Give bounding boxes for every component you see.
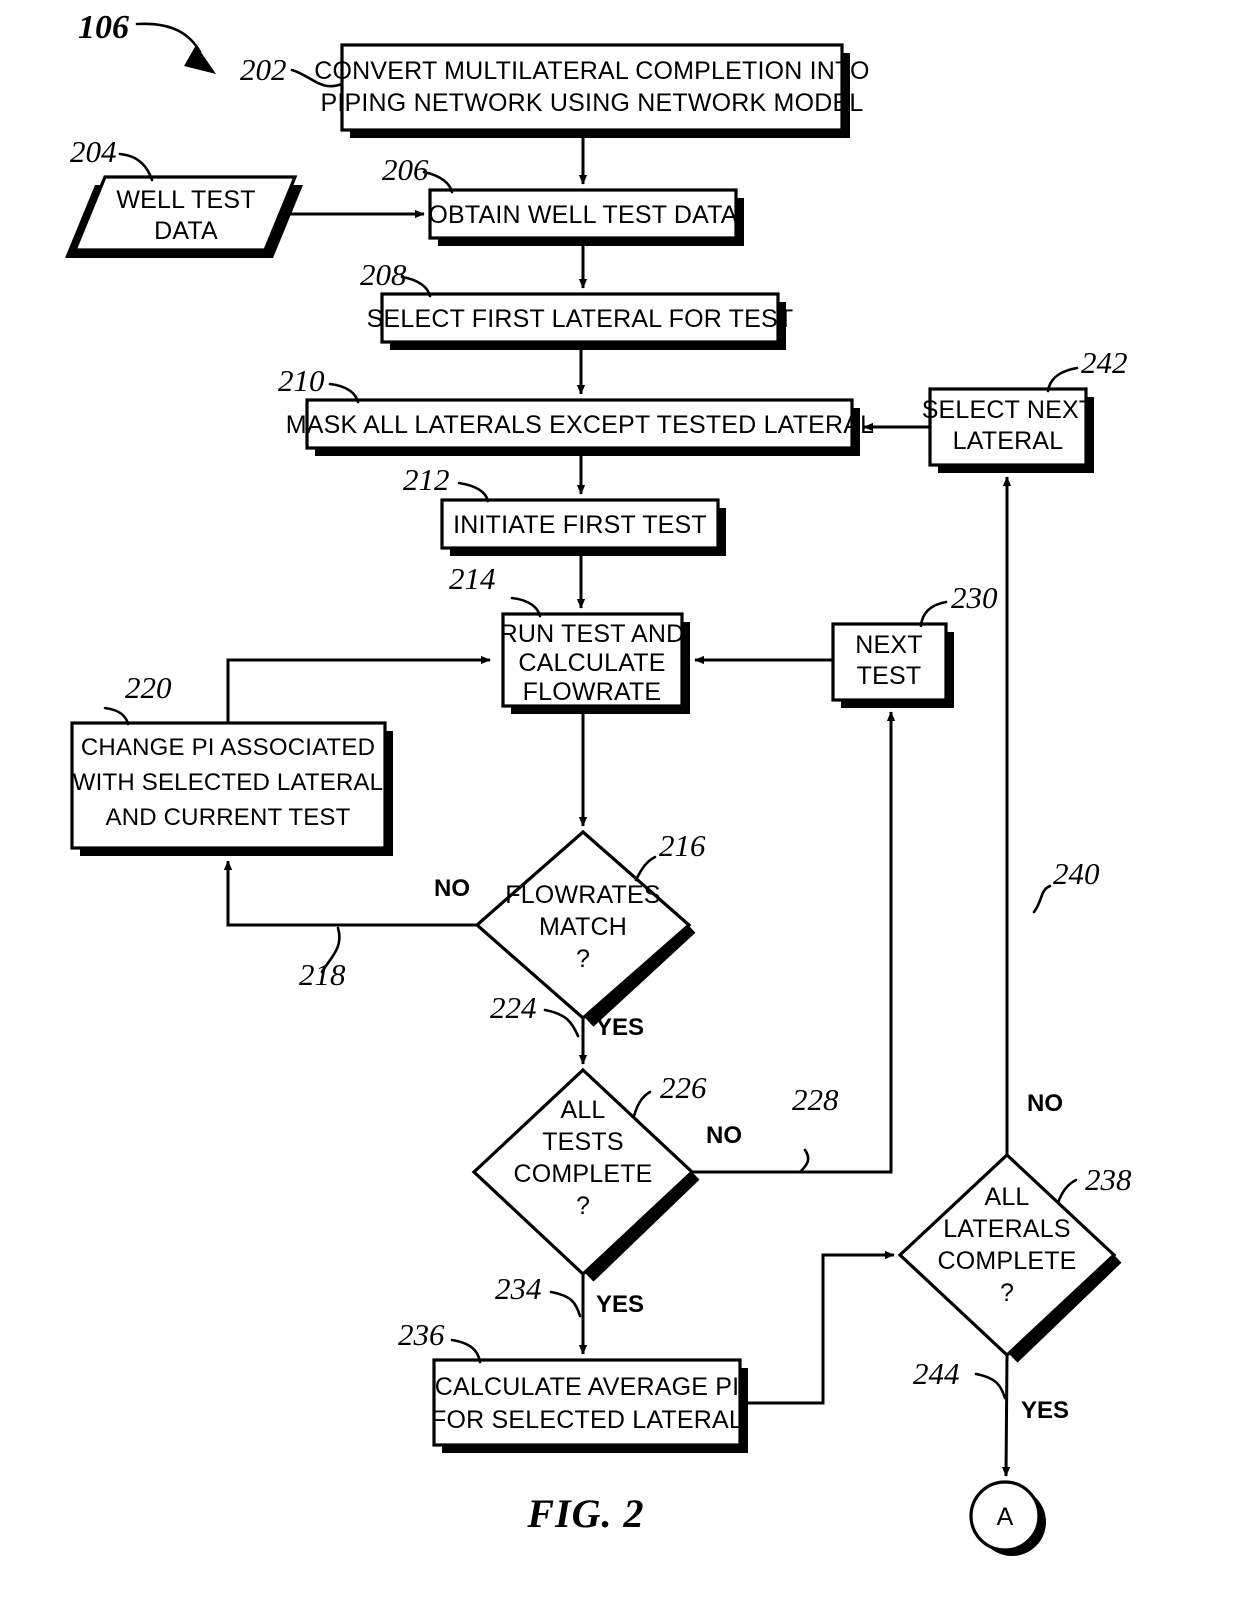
ref-234: 234 — [495, 1271, 542, 1306]
ref-204: 204 — [70, 134, 117, 169]
node-242-line-2: LATERAL — [953, 427, 1064, 455]
node-226-line-3: COMPLETE — [513, 1160, 652, 1188]
ref-leader-228 — [798, 1148, 810, 1174]
node-206-label: OBTAIN WELL TEST DATA — [428, 201, 737, 229]
node-212-label: INITIATE FIRST TEST — [453, 511, 707, 539]
connector-a-label: A — [997, 1503, 1014, 1531]
node-220[interactable]: CHANGE PI ASSOCIATED WITH SELECTED LATER… — [70, 721, 393, 856]
node-212[interactable]: INITIATE FIRST TEST — [440, 498, 726, 556]
branch-flowrates-yes: YES — [596, 1014, 644, 1041]
ref-236: 236 — [398, 1317, 445, 1352]
node-216-line-3: ? — [576, 945, 590, 973]
ref-leader-234 — [549, 1290, 582, 1318]
ref-244: 244 — [913, 1356, 960, 1391]
node-238-line-1: ALL — [984, 1183, 1029, 1211]
node-236[interactable]: CALCULATE AVERAGE PI FOR SELECTED LATERA… — [431, 1358, 748, 1453]
node-242[interactable]: SELECT NEXT LATERAL — [922, 387, 1095, 473]
ref-206: 206 — [382, 152, 429, 187]
ref-242: 242 — [1081, 345, 1128, 380]
ref-238: 238 — [1085, 1162, 1132, 1197]
ref-202: 202 — [240, 52, 287, 87]
node-238-line-2: LATERALS — [943, 1215, 1071, 1243]
ref-226: 226 — [660, 1070, 707, 1105]
ref-212: 212 — [403, 462, 450, 497]
node-236-line-2: FOR SELECTED LATERAL — [431, 1406, 743, 1434]
node-208-label: SELECT FIRST LATERAL FOR TEST — [367, 305, 794, 333]
node-226-line-1: ALL — [560, 1096, 605, 1124]
node-230[interactable]: NEXT TEST — [831, 622, 954, 708]
ref-210: 210 — [278, 363, 325, 398]
node-214-line-1: RUN TEST AND — [500, 620, 685, 648]
node-214-line-3: FLOWRATE — [523, 678, 662, 706]
ref-leader-238 — [1056, 1178, 1078, 1205]
ref-leader-244 — [974, 1372, 1007, 1400]
main-figure-leader — [135, 22, 216, 74]
node-204-line-2: DATA — [154, 217, 218, 245]
node-202[interactable]: CONVERT MULTILATERAL COMPLETION INTO PIP… — [314, 43, 870, 138]
node-208[interactable]: SELECT FIRST LATERAL FOR TEST — [367, 292, 794, 350]
ref-240: 240 — [1053, 856, 1100, 891]
ref-228: 228 — [792, 1082, 839, 1117]
ref-leader-212 — [457, 481, 490, 503]
ref-216: 216 — [659, 828, 706, 863]
patent-figure: CONVERT MULTILATERAL COMPLETION INTO PIP… — [0, 0, 1240, 1608]
ref-214: 214 — [449, 561, 496, 596]
ref-230: 230 — [951, 580, 998, 615]
node-204[interactable]: WELL TEST DATA — [65, 175, 303, 258]
node-238-line-4: ? — [1000, 1279, 1014, 1307]
node-214[interactable]: RUN TEST AND CALCULATE FLOWRATE — [500, 612, 690, 714]
edge-236-238 — [740, 1250, 895, 1405]
ref-leader-240 — [1032, 884, 1052, 914]
node-204-line-1: WELL TEST — [116, 186, 255, 214]
branch-flowrates-no: NO — [434, 875, 470, 902]
node-214-line-2: CALCULATE — [518, 649, 665, 677]
node-210[interactable]: MASK ALL LATERALS EXCEPT TESTED LATERAL — [286, 398, 875, 456]
ref-leader-224 — [543, 1008, 580, 1038]
ref-224: 224 — [490, 990, 537, 1025]
branch-all-laterals-no: NO — [1027, 1090, 1063, 1117]
node-230-line-2: TEST — [857, 662, 922, 690]
node-202-line-1: CONVERT MULTILATERAL COMPLETION INTO — [314, 57, 869, 85]
node-220-line-3: AND CURRENT TEST — [105, 804, 350, 831]
node-connector-a[interactable]: A — [969, 1480, 1046, 1556]
ref-106: 106 — [78, 9, 129, 46]
node-206[interactable]: OBTAIN WELL TEST DATA — [428, 188, 744, 246]
edge-220-214 — [226, 655, 491, 723]
ref-leader-216 — [634, 855, 657, 882]
node-216-line-1: FLOWRATES — [505, 881, 661, 909]
edge-238-yes-a — [1001, 1354, 1011, 1477]
ref-218: 218 — [299, 957, 346, 992]
node-220-line-2: WITH SELECTED LATERAL — [73, 769, 383, 796]
branch-all-tests-no: NO — [706, 1122, 742, 1149]
node-216-line-2: MATCH — [539, 913, 627, 941]
branch-all-tests-yes: YES — [596, 1291, 644, 1318]
flowchart-canvas: CONVERT MULTILATERAL COMPLETION INTO PIP… — [65, 9, 1132, 1556]
node-210-label: MASK ALL LATERALS EXCEPT TESTED LATERAL — [286, 411, 875, 439]
ref-leader-226 — [632, 1090, 652, 1118]
node-242-line-1: SELECT NEXT — [922, 396, 1095, 424]
figure-caption: FIG. 2 — [526, 1491, 644, 1536]
node-226-line-4: ? — [576, 1192, 590, 1220]
node-202-line-2: PIPING NETWORK USING NETWORK MODEL — [321, 89, 864, 117]
node-230-line-1: NEXT — [855, 631, 922, 659]
branch-all-laterals-yes: YES — [1021, 1397, 1069, 1424]
node-220-line-1: CHANGE PI ASSOCIATED — [81, 734, 375, 761]
ref-220: 220 — [125, 670, 172, 705]
node-236-line-1: CALCULATE AVERAGE PI — [435, 1373, 740, 1401]
ref-208: 208 — [360, 257, 407, 292]
node-226-line-2: TESTS — [542, 1128, 624, 1156]
node-238-line-3: COMPLETE — [937, 1247, 1076, 1275]
